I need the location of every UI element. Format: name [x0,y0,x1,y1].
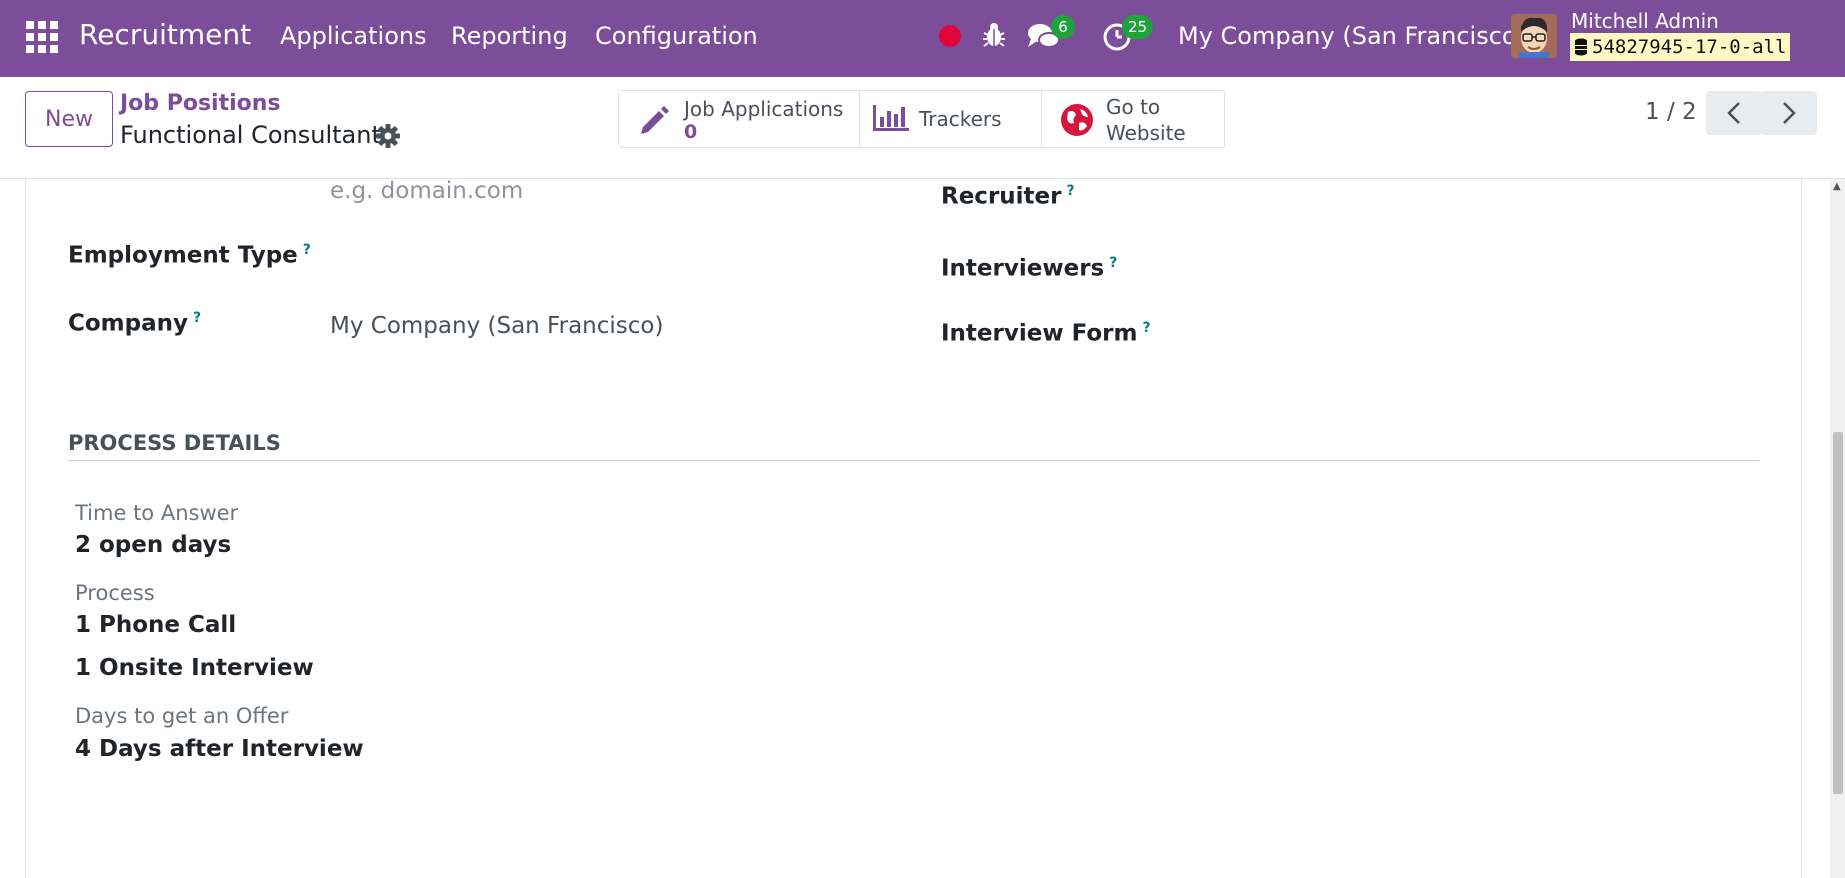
database-icon [1575,38,1587,56]
messages-count-badge: 6 [1051,15,1075,39]
menu-applications[interactable]: Applications [280,22,427,50]
interviewers-help-icon[interactable]: ? [1109,255,1117,271]
database-chip: 54827945-17-0-all [1570,33,1791,61]
breadcrumb-current-record: Functional Consultant [120,121,381,149]
user-name[interactable]: Mitchell Admin [1571,9,1719,33]
interviewers-field[interactable] [1200,255,1760,285]
interviewers-label: Interviewers? [941,255,1118,282]
globe-icon [1061,104,1093,136]
scrollbar-thumb[interactable] [1833,432,1843,794]
employment-type-help-icon[interactable]: ? [303,242,311,258]
website-label-line1: Go to [1106,95,1161,119]
activities-count-badge: 25 [1122,15,1154,39]
smart-buttons: Job Applications 0 Trackers Go to Websit… [618,90,1225,148]
trackers-button[interactable]: Trackers [860,91,1042,147]
offer-days-value: 4 Days after Interview [75,736,364,762]
chevron-left-icon [1727,102,1740,124]
bar-chart-icon [873,105,909,131]
trackers-label: Trackers [919,107,1002,131]
pencil-icon [641,106,669,134]
debug-bug-icon[interactable] [982,22,1006,48]
process-details-title: PROCESS DETAILS [68,431,281,455]
menu-configuration[interactable]: Configuration [595,22,758,50]
interview-form-help-icon[interactable]: ? [1143,320,1151,336]
recruiter-field[interactable] [1200,183,1760,213]
database-name: 54827945-17-0-all [1592,36,1787,58]
menu-reporting[interactable]: Reporting [451,22,568,50]
job-applications-count: 0 [684,121,698,143]
process-label: Process [75,581,155,605]
pager-next-button[interactable] [1761,91,1817,135]
time-to-answer-label: Time to Answer [75,501,239,525]
company-help-icon[interactable]: ? [193,310,201,326]
website-label-line2: Website [1106,121,1186,145]
pager-previous-button[interactable] [1706,91,1762,135]
main-navbar: Recruitment Applications Reporting Confi… [0,0,1845,77]
scrollbar[interactable]: ▲ [1830,179,1845,878]
company-switcher[interactable]: My Company (San Francisco) [1178,22,1526,50]
breadcrumb-job-positions[interactable]: Job Positions [120,91,281,116]
company-label: Company? [68,310,202,337]
job-applications-button[interactable]: Job Applications 0 [619,91,860,147]
website-field[interactable]: e.g. domain.com [330,178,523,204]
offer-days-label: Days to get an Offer [75,704,289,728]
go-to-website-button[interactable]: Go to Website [1042,91,1224,147]
app-grid-icon[interactable] [26,21,58,53]
recruiter-help-icon[interactable]: ? [1066,183,1074,199]
job-applications-label: Job Applications [684,97,844,121]
company-field[interactable]: My Company (San Francisco) [330,313,663,339]
time-to-answer-value: 2 open days [75,532,232,558]
control-panel: New Job Positions Functional Consultant … [0,77,1845,179]
section-divider [68,460,1759,461]
new-button[interactable]: New [25,91,113,147]
process-step-phone-call: 1 Phone Call [75,612,237,638]
gear-icon[interactable] [375,123,401,149]
chevron-right-icon [1783,102,1796,124]
employment-type-field[interactable] [330,242,870,272]
interview-form-field[interactable] [1200,320,1760,350]
pager-value[interactable]: 1 / 2 [1645,99,1697,125]
user-avatar[interactable] [1511,14,1557,58]
interview-form-label: Interview Form? [941,320,1151,347]
app-name[interactable]: Recruitment [79,18,251,51]
record-indicator-icon[interactable] [939,25,961,47]
employment-type-label: Employment Type? [68,242,311,269]
recruiter-label: Recruiter? [941,183,1075,210]
process-step-onsite-interview: 1 Onsite Interview [75,655,314,681]
scroll-up-arrow-icon[interactable]: ▲ [1833,181,1841,192]
